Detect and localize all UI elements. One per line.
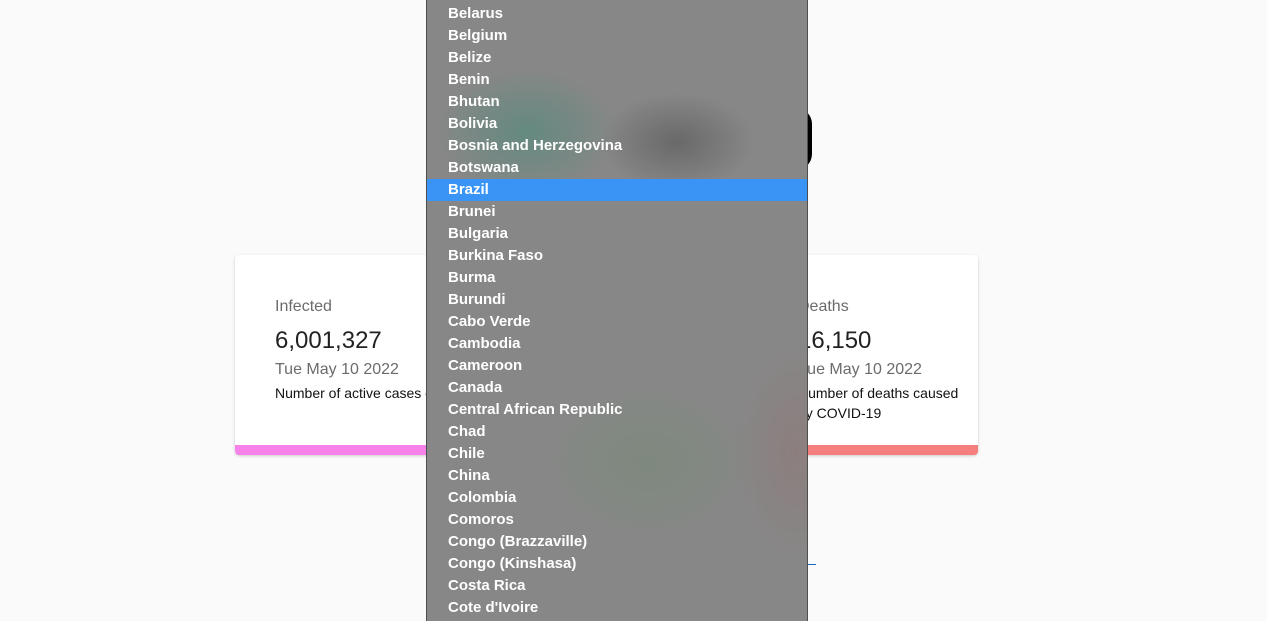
country-option[interactable]: Bulgaria [427, 223, 807, 245]
country-option[interactable]: Brazil [427, 179, 807, 201]
country-option[interactable]: Burkina Faso [427, 245, 807, 267]
country-option[interactable]: Central African Republic [427, 399, 807, 421]
country-dropdown-list[interactable]: Belarus Belgium Belize Benin Bhutan Bolivia Bo… [426, 0, 808, 621]
country-option[interactable]: Costa Rica [427, 575, 807, 597]
deaths-description: Number of deaths caused by COVID-19 [798, 385, 959, 421]
country-options: Belarus Belgium Belize Benin Bhutan Bolivia Bo… [427, 3, 807, 619]
country-option[interactable]: Burundi [427, 289, 807, 311]
country-option[interactable]: Benin [427, 69, 807, 91]
country-option[interactable]: Chad [427, 421, 807, 443]
deaths-label: Deaths [798, 298, 849, 315]
country-option[interactable]: Belize [427, 47, 807, 69]
country-option[interactable]: Cameroon [427, 355, 807, 377]
deaths-count: 16,150 [798, 327, 872, 354]
country-option[interactable]: Comoros [427, 509, 807, 531]
country-option[interactable]: Cambodia [427, 333, 807, 355]
country-option[interactable]: Bhutan [427, 91, 807, 113]
country-option[interactable]: Canada [427, 377, 807, 399]
country-option[interactable]: Brunei [427, 201, 807, 223]
country-option[interactable]: Congo (Kinshasa) [427, 553, 807, 575]
country-option[interactable]: Belarus [427, 3, 807, 25]
country-option[interactable]: Cote d'Ivoire [427, 597, 807, 619]
deaths-date: Tue May 10 2022 [798, 361, 922, 378]
country-option[interactable]: Belgium [427, 25, 807, 47]
country-option[interactable]: China [427, 465, 807, 487]
country-option[interactable]: Bosnia and Herzegovina [427, 135, 807, 157]
country-option[interactable]: Colombia [427, 487, 807, 509]
country-option[interactable]: Cabo Verde [427, 311, 807, 333]
country-option[interactable]: Congo (Brazzaville) [427, 531, 807, 553]
country-option[interactable]: Chile [427, 443, 807, 465]
country-option[interactable]: Bolivia [427, 113, 807, 135]
page: Infected 6,001,327 Tue May 10 2022 Numbe… [0, 0, 1267, 621]
country-option[interactable]: Burma [427, 267, 807, 289]
country-option[interactable]: Botswana [427, 157, 807, 179]
